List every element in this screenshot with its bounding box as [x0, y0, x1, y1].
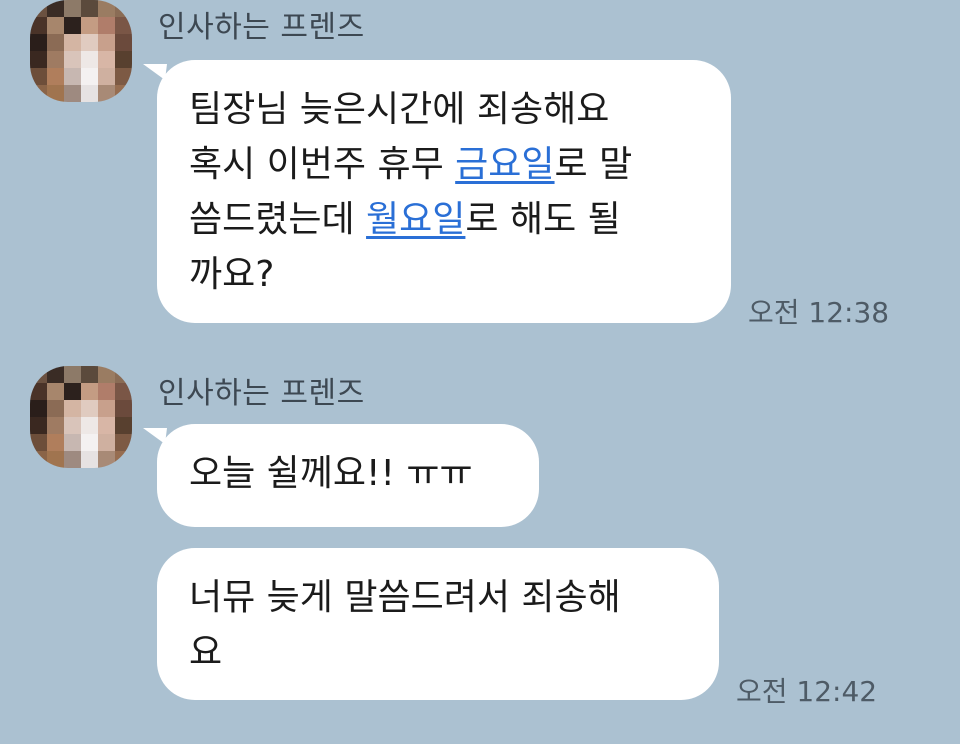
- message-timestamp: 오전 12:42: [736, 675, 878, 708]
- message-text: 혹시 이번주 휴무: [189, 144, 456, 185]
- sender-name: 인사하는 프렌즈: [158, 10, 365, 45]
- message-bubble[interactable]: 팀장님 늦은시간에 죄송해요 혹시 이번주 휴무 금요일로 말 씀드렸는데 월요…: [143, 60, 731, 323]
- message-text: 팀장님 늦은시간에 죄송해요: [189, 89, 610, 130]
- link-friday[interactable]: 금요일: [455, 144, 554, 185]
- link-monday[interactable]: 월요일: [366, 199, 465, 240]
- message-text: 너뮤 늦게 말씀드려서 죄송해: [189, 577, 621, 618]
- sender-avatar[interactable]: [30, 366, 132, 468]
- message-timestamp: 오전 12:38: [748, 296, 890, 329]
- sender-name: 인사하는 프렌즈: [158, 376, 365, 411]
- message-bubble[interactable]: 너뮤 늦게 말씀드려서 죄송해 요: [157, 548, 719, 700]
- message-text: 씀드렸는데: [189, 199, 367, 240]
- message-text: 오늘 쉴께요!! ㅠㅠ: [189, 453, 473, 494]
- message-text: 까요?: [189, 254, 275, 295]
- message-text: 요: [189, 632, 223, 673]
- sender-avatar[interactable]: [30, 0, 132, 102]
- message-text: 로 말: [554, 144, 633, 185]
- message-text: 로 해도 될: [465, 199, 621, 240]
- message-bubble[interactable]: 오늘 쉴께요!! ㅠㅠ: [143, 424, 539, 527]
